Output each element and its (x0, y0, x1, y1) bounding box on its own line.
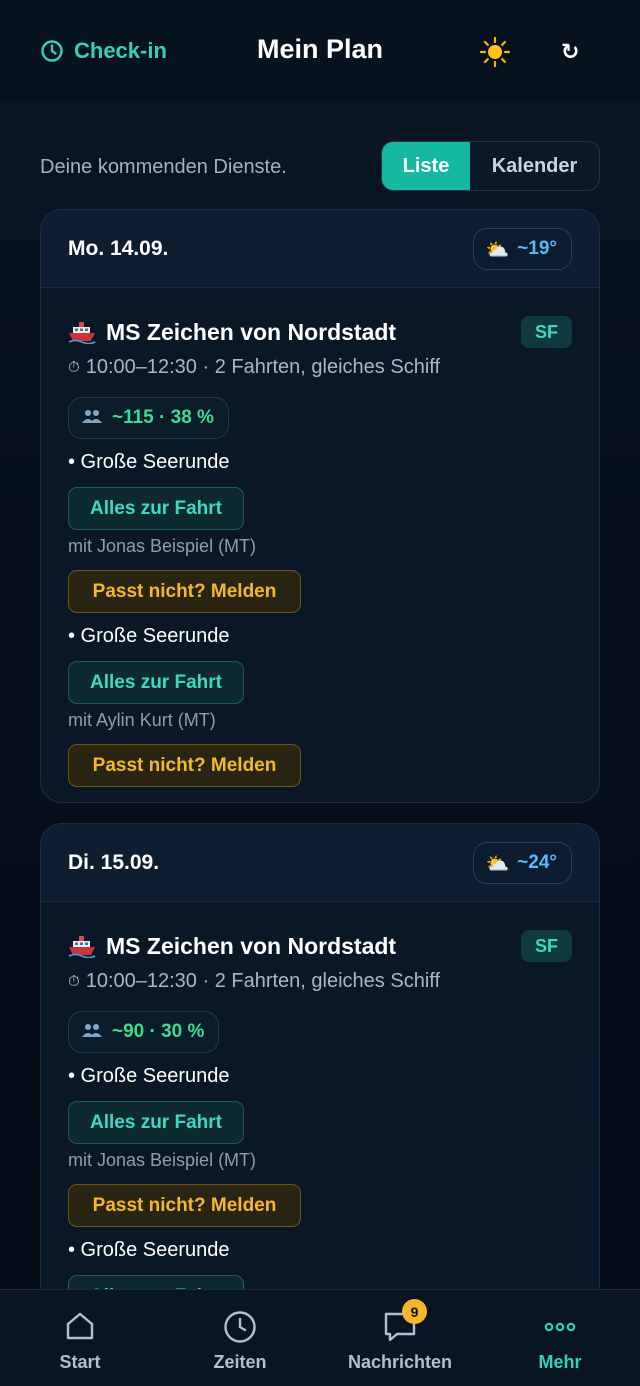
trip-partner: mit Jonas Beispiel (MT) (68, 1150, 257, 1170)
nav-mehr[interactable]: Mehr (480, 1290, 640, 1386)
trip-title: • Große Seerunde (68, 451, 230, 473)
weather-chip: ⛅ ~24° (472, 842, 572, 884)
day-header: Mo. 14.09. ⛅ ~19° (41, 210, 599, 288)
sun-icon[interactable] (479, 36, 511, 68)
report-conflict-button[interactable]: Passt nicht? Melden (68, 744, 301, 787)
report-conflict-button[interactable]: Passt nicht? Melden (68, 1184, 301, 1227)
occupancy-text: ~90 · 30 % (112, 1021, 205, 1042)
day-card: Mo. 14.09. ⛅ ~19° MS Zeichen von Nordsta… (40, 209, 600, 803)
stopwatch-icon: ⏱ (68, 358, 80, 376)
more-icon (544, 1322, 576, 1332)
day-date: Mo. 14.09. (68, 237, 169, 260)
report-conflict-button[interactable]: Passt nicht? Melden (68, 570, 301, 613)
ship-icon (68, 322, 96, 344)
weather-chip: ⛅ ~19° (472, 228, 572, 270)
clock-icon (224, 1311, 256, 1343)
trip-details-button[interactable]: Alles zur Fahrt (68, 661, 244, 704)
occupancy-chip: ~115 · 38 % (68, 397, 229, 439)
weather-temp: ~24° (517, 852, 557, 873)
trip-details-button[interactable]: Alles zur Fahrt (68, 487, 244, 530)
occupancy-text: ~115 · 38 % (112, 407, 214, 428)
nav-zeiten[interactable]: Zeiten (160, 1290, 320, 1386)
nav-start[interactable]: Start (0, 1290, 160, 1386)
shift-entry: MS Zeichen von Nordstadt SF ⏱ 10:00–12:3… (41, 288, 599, 802)
cloud-sun-icon: ⛅ (485, 238, 510, 261)
nav-label: Zeiten (213, 1352, 267, 1372)
shift-entry: MS Zeichen von Nordstadt SF ⏱ 10:00–12:3… (41, 902, 599, 1338)
ship-name: MS Zeichen von Nordstadt (106, 932, 397, 959)
trip-details-button[interactable]: Alles zur Fahrt (68, 1101, 244, 1144)
ship-name: MS Zeichen von Nordstadt (106, 318, 397, 345)
people-icon (82, 1023, 102, 1041)
home-icon (66, 1312, 94, 1340)
role-badge: SF (521, 930, 572, 962)
nav-label: Start (59, 1352, 101, 1372)
role-badge: SF (521, 316, 572, 348)
shift-time: ⏱ 10:00–12:30 · 2 Fahrten, gleiches Schi… (68, 968, 572, 994)
app-root: Check-in Mein Plan ↻ Deine kommenden Die… (0, 0, 640, 1386)
shift-time-text: 10:00–12:30 · 2 Fahrten, gleiches Schiff (85, 969, 441, 992)
refresh-icon[interactable]: ↻ (561, 40, 579, 65)
occupancy-chip: ~90 · 30 % (68, 1011, 220, 1053)
nav-label: Nachrichten (347, 1352, 453, 1372)
trip-title: • Große Seerunde (68, 625, 230, 647)
checkin-button[interactable]: Check-in (40, 38, 167, 64)
people-icon (82, 409, 102, 427)
top-header: Check-in Mein Plan ↻ (0, 0, 640, 100)
ship-row: MS Zeichen von Nordstadt (68, 316, 572, 348)
checkin-label: Check-in (74, 38, 167, 63)
stopwatch-icon: ⏱ (68, 972, 80, 990)
trip-partner: mit Jonas Beispiel (MT) (68, 536, 257, 556)
page-subtitle: Deine kommenden Dienste. (40, 156, 287, 178)
clock-icon (41, 40, 63, 62)
toggle-list[interactable]: Liste (382, 142, 470, 190)
shift-time-text: 10:00–12:30 · 2 Fahrten, gleiches Schiff (85, 355, 441, 378)
day-date: Di. 15.09. (68, 851, 160, 874)
trip-title: • Große Seerunde (68, 1239, 230, 1261)
weather-temp: ~19° (517, 238, 557, 259)
day-header: Di. 15.09. ⛅ ~24° (41, 824, 599, 902)
trip-title: • Große Seerunde (68, 1065, 230, 1087)
ship-icon (68, 936, 96, 958)
nav-nachrichten[interactable]: Nachrichten (320, 1290, 480, 1386)
cloud-sun-icon: ⛅ (485, 852, 510, 875)
view-toggle: Liste Kalender (381, 141, 600, 191)
unread-badge: 9 (402, 1299, 427, 1324)
bottom-nav: Start Zeiten Nachrichten Mehr (0, 1289, 640, 1386)
nav-label: Mehr (538, 1352, 582, 1372)
toggle-calendar[interactable]: Kalender (470, 142, 599, 190)
trip-partner: mit Aylin Kurt (MT) (68, 710, 216, 730)
shift-time: ⏱ 10:00–12:30 · 2 Fahrten, gleiches Schi… (68, 354, 572, 380)
ship-row: MS Zeichen von Nordstadt (68, 930, 572, 962)
